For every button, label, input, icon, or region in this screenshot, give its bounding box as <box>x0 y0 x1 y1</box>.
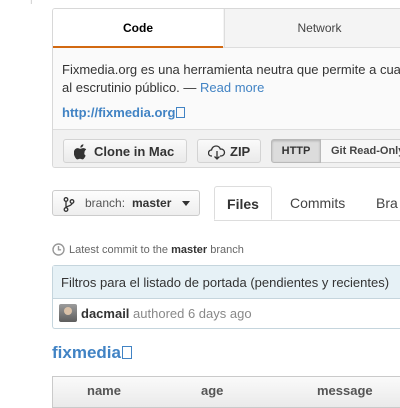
left-gutter: f <box>0 0 40 400</box>
commit-message[interactable]: Filtros para el listado de portada (pend… <box>53 266 400 299</box>
branch-name: master <box>132 196 172 210</box>
homepage-link[interactable]: http://fixmedia.org <box>62 105 175 120</box>
read-more-link[interactable]: Read more <box>200 80 264 95</box>
tab-files[interactable]: Files <box>214 186 272 220</box>
latest-commit-suffix: branch <box>207 244 244 256</box>
git-read-only-button[interactable]: Git Read-Only <box>321 139 400 163</box>
latest-commit-prefix: Latest commit to the <box>69 244 172 256</box>
clone-bar: Clone in Mac ZIP HTTP Git Read-Only <box>53 129 400 167</box>
description-line-1: Fixmedia.org es una herramienta neutra q… <box>62 62 400 77</box>
repo-box: Code Network Fixmedia.org es una herrami… <box>52 8 400 168</box>
repo-tabs: Code Network <box>53 9 400 48</box>
commit-authored: authored 6 days ago <box>129 306 252 321</box>
tab-commits[interactable]: Commits <box>290 186 345 220</box>
branch-prefix: branch: <box>85 196 126 210</box>
clock-icon <box>52 243 65 259</box>
zip-label: ZIP <box>230 144 251 159</box>
column-header-age: age <box>201 383 224 398</box>
branch-select[interactable]: branch: master <box>52 190 200 216</box>
clone-in-mac-label: Clone in Mac <box>94 144 175 159</box>
apple-icon <box>73 144 88 167</box>
http-button[interactable]: HTTP <box>271 139 321 163</box>
branch-icon <box>63 196 75 220</box>
description-line-2: al escrutinio público. — <box>62 80 201 95</box>
column-header-message: message <box>317 383 373 398</box>
avatar[interactable] <box>59 304 77 322</box>
gutter-text: f <box>30 0 33 7</box>
commit-author[interactable]: dacmail <box>81 306 129 321</box>
tab-network[interactable]: Network <box>224 9 400 47</box>
cloud-download-icon <box>207 144 226 167</box>
tab-branches[interactable]: Bra <box>376 186 398 220</box>
zip-button[interactable]: ZIP <box>197 139 261 163</box>
commit-box: Filtros para el listado de portada (pend… <box>52 265 400 329</box>
commit-meta: dacmail authored 6 days ago <box>59 304 252 323</box>
external-link-icon <box>121 346 132 359</box>
external-link-icon <box>176 107 186 118</box>
chevron-down-icon <box>182 201 190 206</box>
repo-title[interactable]: fixmedia <box>52 343 132 363</box>
homepage-link-wrap[interactable]: http://fixmedia.org <box>62 105 186 120</box>
repo-description: Fixmedia.org es una herramienta neutra q… <box>62 61 400 97</box>
file-table-header: name age message <box>52 376 400 408</box>
clone-in-mac-button[interactable]: Clone in Mac <box>63 139 187 163</box>
latest-commit-branch: master <box>171 244 208 256</box>
column-header-name: name <box>87 383 121 398</box>
latest-commit-heading: Latest commit to the master branch <box>52 243 244 259</box>
repo-title-text[interactable]: fixmedia <box>52 343 121 362</box>
tab-code[interactable]: Code <box>53 9 223 48</box>
